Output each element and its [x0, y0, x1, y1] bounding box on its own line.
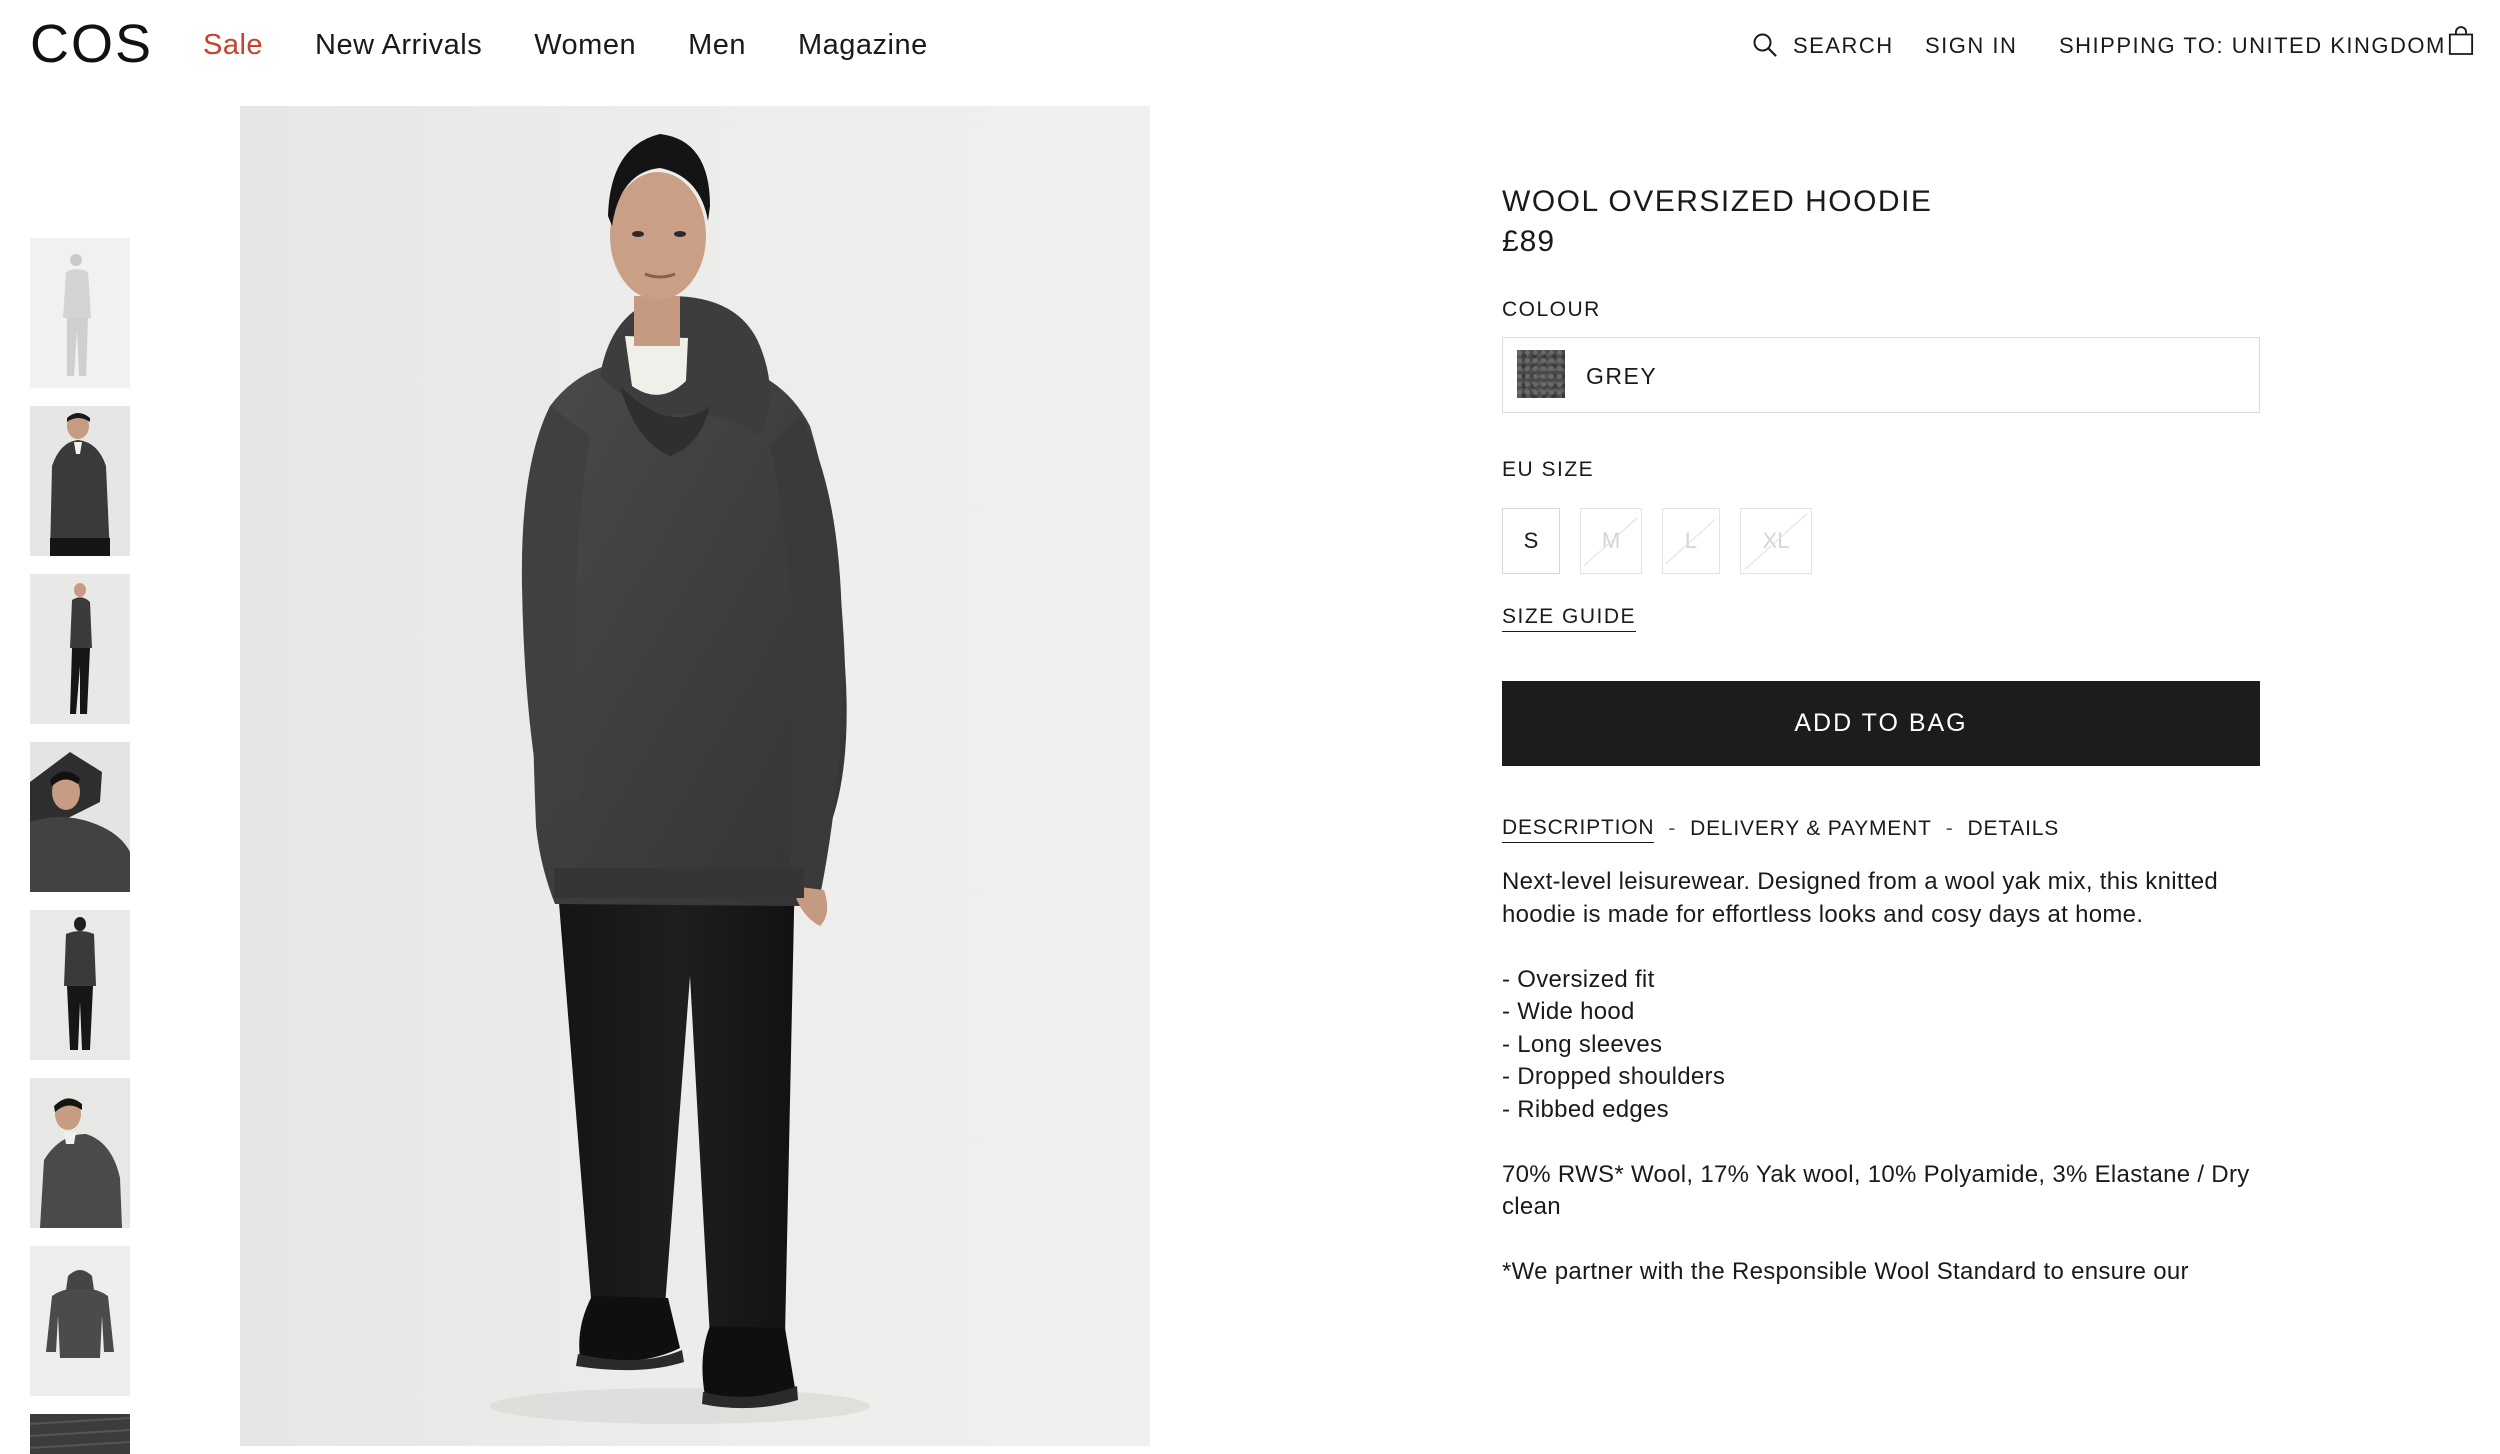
size-label: EU SIZE	[1502, 458, 1595, 481]
search-icon	[1753, 33, 1777, 57]
search-label: SEARCH	[1793, 33, 1894, 58]
feature-item: - Long sleeves	[1502, 1030, 1663, 1058]
logo[interactable]: COS	[30, 14, 153, 74]
colour-selector[interactable]: GREY	[1502, 337, 2260, 413]
feature-item: - Ribbed edges	[1502, 1095, 1669, 1123]
thumbnail-upper-body-side[interactable]	[30, 1078, 130, 1228]
nav-item-men[interactable]: Men	[688, 26, 746, 64]
tab-separator: -	[1668, 816, 1677, 840]
product-details-panel: WOOL OVERSIZED HOODIE £89 COLOUR GREY EU…	[1502, 180, 2260, 1285]
size-option-m[interactable]: M	[1580, 508, 1642, 574]
info-tabs: DESCRIPTION - DELIVERY & PAYMENT - DETAI…	[1502, 814, 2059, 843]
tab-separator: -	[1945, 816, 1954, 840]
nav-item-new-arrivals[interactable]: New Arrivals	[315, 26, 482, 64]
size-guide-link[interactable]: SIZE GUIDE	[1502, 603, 1637, 632]
size-option-xl[interactable]: XL	[1740, 508, 1812, 574]
colour-label: COLOUR	[1502, 298, 1601, 321]
main-nav: Sale New Arrivals Women Men Magazine	[203, 26, 928, 64]
thumbnail-hand-on-head[interactable]	[30, 742, 130, 892]
thumbnail-full-body-back[interactable]	[30, 910, 130, 1060]
site-header: COS Sale New Arrivals Women Men Magazine…	[0, 0, 2500, 90]
shipping-country-selector[interactable]: SHIPPING TO: UNITED KINGDOM	[2059, 30, 2446, 62]
size-option-s[interactable]: S	[1502, 508, 1560, 574]
responsible-wool-note: *We partner with the Responsible Wool St…	[1502, 1258, 2189, 1285]
tab-delivery-payment[interactable]: DELIVERY & PAYMENT	[1690, 815, 1932, 843]
feature-item: - Dropped shoulders	[1502, 1063, 1726, 1090]
description-intro: Next-level leisurewear. Designed from a …	[1502, 868, 2219, 928]
feature-item: - Wide hood	[1502, 998, 1635, 1025]
thumbnail-full-body-side[interactable]	[30, 574, 130, 724]
thumbnail-fabric-detail[interactable]	[30, 1414, 130, 1454]
shopping-bag-icon[interactable]	[2448, 26, 2474, 56]
colour-value: GREY	[1586, 363, 1658, 389]
tab-description[interactable]: DESCRIPTION	[1502, 814, 1655, 843]
product-name: WOOL OVERSIZED HOODIE	[1502, 185, 1933, 218]
sign-in-link[interactable]: SIGN IN	[1925, 30, 2017, 62]
thumbnail-full-body-front[interactable]	[30, 238, 130, 388]
nav-item-sale[interactable]: Sale	[203, 26, 263, 64]
add-to-bag-button[interactable]: ADD TO BAG	[1502, 681, 2260, 766]
colour-swatch	[1517, 350, 1565, 398]
thumbnail-hoodie-flat[interactable]	[30, 1246, 130, 1396]
composition-care: 70% RWS* Wool, 17% Yak wool, 10% Polyami…	[1502, 1160, 2250, 1221]
product-description: Next-level leisurewear. Designed from a …	[1502, 866, 2260, 1289]
model-photo	[490, 134, 870, 1424]
thumbnail-upper-body-front[interactable]	[30, 406, 130, 556]
nav-item-magazine[interactable]: Magazine	[798, 26, 928, 64]
product-price: £89	[1502, 225, 1556, 258]
feature-item: - Oversized fit	[1502, 965, 1655, 993]
main-product-image[interactable]	[240, 106, 1150, 1446]
tab-details[interactable]: DETAILS	[1968, 815, 2060, 843]
size-option-l[interactable]: L	[1662, 508, 1720, 574]
nav-item-women[interactable]: Women	[534, 26, 636, 64]
